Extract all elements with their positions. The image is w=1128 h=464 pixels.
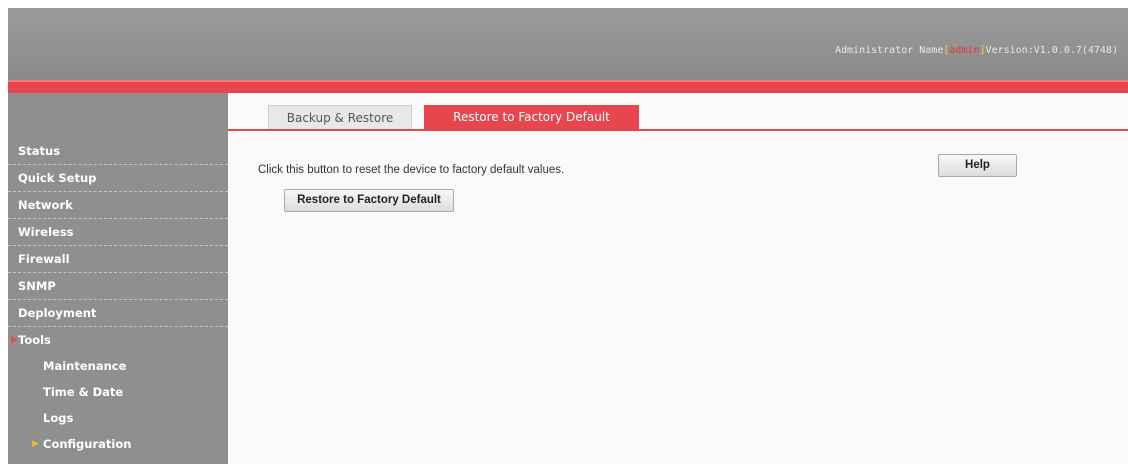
sidebar-item-label: Time & Date [43,385,124,399]
sidebar-item-snmp[interactable]: SNMP [8,273,228,300]
sidebar-item-label: Tools [18,333,51,347]
sidebar-item-label: Maintenance [43,359,127,373]
sidebar-item-network[interactable]: Network [8,192,228,219]
admin-name: admin [949,45,980,56]
restore-factory-default-button[interactable]: Restore to Factory Default [284,189,454,212]
sidebar-item-tools[interactable]: ▶ Tools [8,327,228,353]
sidebar-subitem-logs[interactable]: Logs [8,405,228,431]
sidebar-item-label: Deployment [18,306,97,320]
accent-bar [8,80,1128,93]
sidebar-subitem-configuration[interactable]: ▶ Configuration [8,431,228,457]
sidebar-item-label: Network [18,198,73,212]
sidebar-item-deployment[interactable]: Deployment [8,300,228,327]
main-content: Backup & Restore Restore to Factory Defa… [228,93,1128,464]
description-text: Click this button to reset the device to… [258,164,565,176]
caret-right-icon: ▶ [32,439,39,449]
header-info: Administrator Name[admin]Version:V1.0.0.… [835,45,1118,56]
tab-restore-factory-default[interactable]: Restore to Factory Default [424,105,639,129]
version-text: Version:V1.0.0.7(4748) [985,45,1118,56]
header-bar: Administrator Name[admin]Version:V1.0.0.… [8,8,1128,80]
sidebar-item-label: Configuration [43,437,132,451]
help-button[interactable]: Help [938,154,1017,177]
sidebar-item-firewall[interactable]: Firewall [8,246,228,273]
sidebar-item-label: Logs [43,411,74,425]
sidebar-item-label: SNMP [18,279,56,293]
sidebar-subitem-maintenance[interactable]: Maintenance [8,353,228,379]
tab-bar: Backup & Restore Restore to Factory Defa… [228,105,1128,131]
sidebar-item-label: Wireless [18,225,74,239]
tab-backup-restore[interactable]: Backup & Restore [268,105,412,129]
sidebar-item-label: Quick Setup [18,171,97,185]
sidebar-subitem-time-date[interactable]: Time & Date [8,379,228,405]
sidebar: Status Quick Setup Network Wireless Fire… [8,93,228,464]
sidebar-nav: Status Quick Setup Network Wireless Fire… [8,138,228,457]
sidebar-item-quick-setup[interactable]: Quick Setup [8,165,228,192]
sidebar-item-wireless[interactable]: Wireless [8,219,228,246]
sidebar-item-label: Firewall [18,252,70,266]
sidebar-item-label: Status [18,144,61,158]
sidebar-item-status[interactable]: Status [8,138,228,165]
caret-right-icon: ▶ [11,335,18,345]
admin-label: Administrator Name [835,45,944,56]
